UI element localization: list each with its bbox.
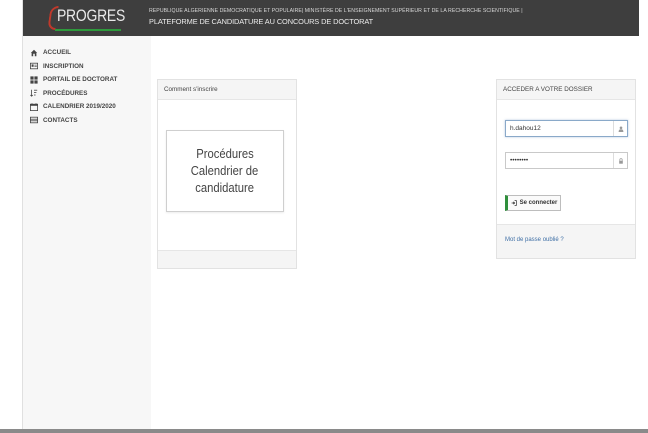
sidebar-item-label: PORTAIL DE DOCTORAT: [43, 76, 118, 84]
sign-in-icon: [511, 200, 517, 206]
logo-text: PROGRES: [57, 6, 125, 25]
procedures-line3: candidature: [195, 180, 255, 195]
user-icon: [613, 121, 627, 136]
password-field: [505, 152, 628, 169]
sidebar-item-label: ACCUEIL: [43, 49, 71, 57]
sidebar-item-calendrier[interactable]: CALENDRIER 2019/2020: [29, 100, 117, 114]
top-header: PROGRES REPUBLIQUE ALGERIENNE DEMOCRATIQ…: [23, 0, 639, 36]
sidebar-item-label: CONTACTS: [43, 116, 78, 124]
info-card-footer: [158, 250, 296, 268]
sidebar-item-label: CALENDRIER 2019/2020: [43, 103, 116, 111]
sidebar-item-contacts[interactable]: CONTACTS: [29, 114, 117, 128]
sidebar-item-procedures[interactable]: PROCÉDURES: [29, 87, 117, 101]
sidebar-item-portail[interactable]: PORTAIL DE DOCTORAT: [29, 73, 117, 87]
sort-icon: [29, 89, 39, 98]
forgot-password-link[interactable]: Mot de passe oublié ?: [505, 237, 564, 243]
platform-title: PLATEFORME DE CANDIDATURE AU CONCOURS DE…: [149, 17, 374, 26]
procedures-line2: Calendrier de: [191, 163, 259, 178]
login-card-title: ACCEDER A VOTRE DOSSIER: [497, 80, 635, 100]
app-frame: PROGRES REPUBLIQUE ALGERIENNE DEMOCRATIQ…: [22, 0, 639, 433]
password-input[interactable]: [506, 153, 613, 168]
sidebar-item-accueil[interactable]: ACCUEIL: [29, 46, 117, 60]
grid-icon: [29, 75, 39, 84]
info-card: Comment s'inscrire Procédures Calendrier…: [157, 79, 297, 269]
info-card-title: Comment s'inscrire: [158, 80, 296, 100]
progres-logo[interactable]: PROGRES: [47, 4, 129, 34]
username-field: [505, 120, 628, 137]
procedures-link-box[interactable]: Procédures Calendrier de candidature: [166, 130, 284, 212]
logo-underline: [55, 29, 121, 31]
login-button[interactable]: Se connecter: [505, 195, 561, 211]
username-input[interactable]: [506, 121, 613, 136]
login-card: ACCEDER A VOTRE DOSSIER Se connecter Mot…: [496, 79, 636, 259]
calendar-icon: [29, 102, 39, 111]
ministry-title: REPUBLIQUE ALGERIENNE DEMOCRATIQUE ET PO…: [149, 8, 523, 14]
main-content: Comment s'inscrire Procédures Calendrier…: [151, 36, 639, 433]
sidebar: ACCUEIL INSCRIPTION PORTAIL DE DOCTORAT …: [23, 36, 151, 433]
sidebar-item-label: PROCÉDURES: [43, 89, 88, 97]
sidebar-item-inscription[interactable]: INSCRIPTION: [29, 60, 117, 74]
home-icon: [29, 48, 39, 57]
sidebar-item-label: INSCRIPTION: [43, 62, 84, 70]
login-button-label: Se connecter: [519, 200, 558, 206]
sidebar-menu: ACCUEIL INSCRIPTION PORTAIL DE DOCTORAT …: [29, 46, 117, 127]
procedures-line1: Procédures: [196, 146, 254, 161]
contact-card-icon: [29, 116, 39, 125]
bottom-scrollbar-strip: [0, 429, 648, 433]
login-card-footer: Mot de passe oublié ?: [497, 224, 635, 258]
lock-icon: [613, 153, 627, 168]
id-card-icon: [29, 62, 39, 71]
